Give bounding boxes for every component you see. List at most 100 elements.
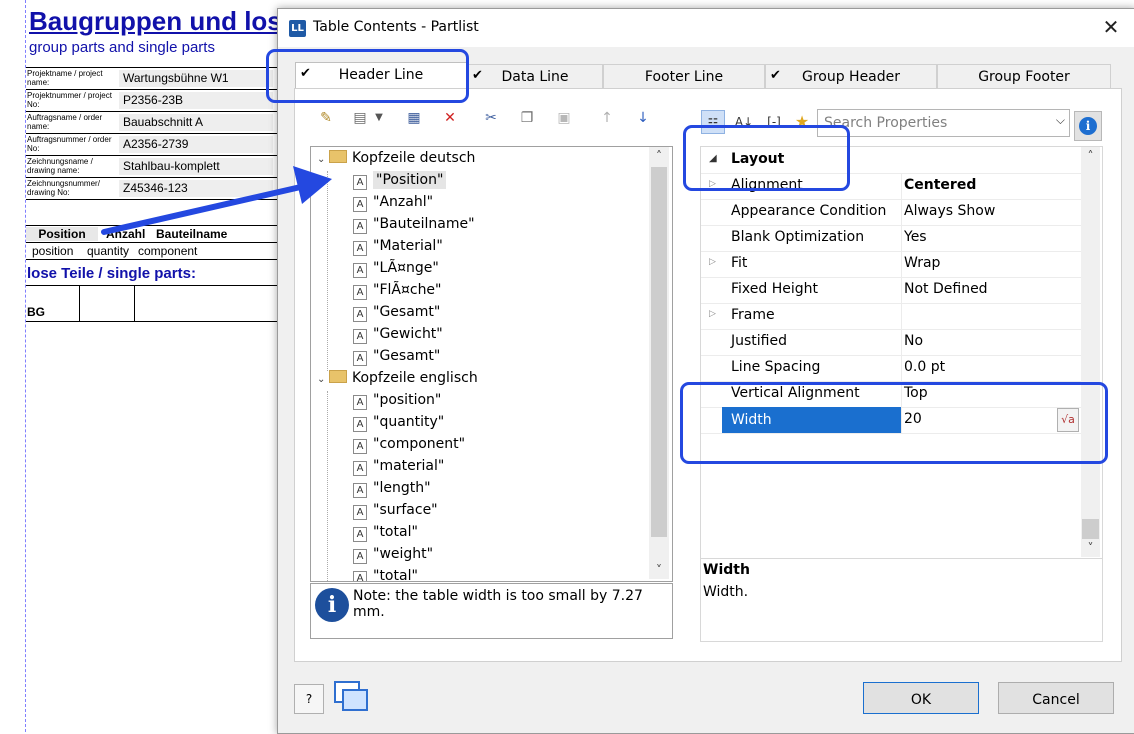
project-info-table: Projektname / project name: Wartungsbühne…: [26, 67, 278, 200]
info-row: Zeichnungsname / drawing name: Stahlbau-k…: [26, 156, 278, 178]
text-field-icon: A: [353, 461, 367, 476]
expand-arrow-icon[interactable]: ▷: [709, 257, 716, 267]
property-value[interactable]: No: [904, 333, 923, 349]
property-value[interactable]: Yes: [904, 229, 927, 245]
new-item-icon[interactable]: ▤: [350, 108, 370, 128]
help-icon[interactable]: ?: [294, 684, 324, 714]
chevron-down-icon[interactable]: ⌵: [1056, 113, 1065, 128]
chevron-down-icon[interactable]: ⌄: [317, 149, 329, 171]
text-field-icon: A: [353, 505, 367, 520]
info-icon: i: [315, 588, 349, 622]
scroll-up-icon[interactable]: ˄: [649, 147, 669, 165]
tree-item[interactable]: A "Gesamt": [353, 301, 440, 323]
folder-icon: [329, 370, 347, 383]
tree-item[interactable]: A "surface": [353, 499, 438, 521]
property-row-blank-optimization[interactable]: Blank Optimization Yes: [701, 225, 1081, 252]
tab-footer-line[interactable]: Footer Line: [603, 64, 765, 89]
report-subtitle: group parts and single parts: [29, 39, 215, 56]
move-up-icon[interactable]: ↑: [597, 108, 617, 128]
search-input[interactable]: [818, 110, 1051, 136]
info-value: Z45346-123: [119, 180, 273, 197]
scroll-thumb[interactable]: [1082, 519, 1099, 539]
tree-item[interactable]: A "Gewicht": [353, 323, 443, 345]
property-row-fixed-height[interactable]: Fixed Height Not Defined: [701, 277, 1081, 304]
tree-item[interactable]: A "material": [353, 455, 444, 477]
tree-item[interactable]: A "Position": [353, 169, 447, 191]
cut-icon[interactable]: ✂: [481, 108, 501, 128]
dialog-title: Table Contents - Partlist: [313, 19, 479, 35]
table-contents-tree[interactable]: ⌄ Kopfzeile deutsch A "Position" A "Anzahl"…: [310, 146, 673, 582]
chevron-down-icon[interactable]: ⌄: [317, 369, 329, 391]
property-value[interactable]: Not Defined: [904, 281, 988, 297]
paste-icon[interactable]: ▣: [554, 108, 574, 128]
delete-icon[interactable]: ✕: [440, 108, 460, 128]
tree-item-label: "total": [373, 524, 418, 540]
dialog-titlebar[interactable]: LL Table Contents - Partlist ✕: [278, 9, 1134, 47]
scroll-down-icon[interactable]: ˅: [649, 561, 669, 579]
tree-item[interactable]: A "length": [353, 477, 431, 499]
tree-item[interactable]: A "weight": [353, 543, 433, 565]
property-row-frame[interactable]: ▷ Frame: [701, 303, 1081, 330]
cancel-button[interactable]: Cancel: [998, 682, 1114, 714]
tree-item-label: "total": [373, 568, 418, 582]
tree-item[interactable]: A "Bauteilname": [353, 213, 475, 235]
tree-folder-label: Kopfzeile deutsch: [352, 150, 476, 166]
tree-item[interactable]: A "total": [353, 565, 418, 582]
expand-arrow-icon[interactable]: ▷: [709, 309, 716, 319]
info-label: Zeichnungsnummer/ drawing No:: [27, 179, 100, 197]
chevron-down-icon[interactable]: ▼: [372, 108, 386, 128]
property-scrollbar[interactable]: ˄ ˅: [1081, 147, 1100, 557]
tree-item-label: "length": [373, 480, 431, 496]
property-value[interactable]: 0.0 pt: [904, 359, 945, 375]
tree-folder-label: Kopfzeile englisch: [352, 370, 478, 386]
tree-folder-kopfzeile-englisch[interactable]: ⌄ Kopfzeile englisch: [317, 367, 478, 389]
text-field-icon: A: [353, 241, 367, 256]
tree-guide: [327, 171, 328, 371]
tree-item[interactable]: A "quantity": [353, 411, 444, 433]
tree-item[interactable]: A "Anzahl": [353, 191, 433, 213]
close-icon[interactable]: ✕: [1099, 15, 1123, 39]
tree-item[interactable]: A "component": [353, 433, 465, 455]
window-preview-icon[interactable]: [334, 681, 368, 713]
scroll-up-icon[interactable]: ˄: [1081, 147, 1100, 165]
property-row-line-spacing[interactable]: Line Spacing 0.0 pt: [701, 355, 1081, 382]
scroll-down-icon[interactable]: ˅: [1081, 539, 1100, 557]
text-field-icon: A: [353, 285, 367, 300]
annotation-highlight-width: [680, 382, 1108, 464]
info-label: Projektname / project name:: [27, 69, 103, 87]
property-value[interactable]: Always Show: [904, 203, 995, 219]
move-down-icon[interactable]: ↓: [633, 108, 653, 128]
wand-icon[interactable]: ✎: [316, 108, 336, 128]
folder-icon: [329, 150, 347, 163]
property-row-fit[interactable]: ▷ Fit Wrap: [701, 251, 1081, 278]
info-value: P2356-23B: [119, 92, 273, 109]
ok-button[interactable]: OK: [863, 682, 979, 714]
properties-icon[interactable]: ▦: [404, 108, 424, 128]
tree-item[interactable]: A "position": [353, 389, 441, 411]
note-text: Note: the table width is too small by 7.…: [353, 588, 643, 620]
tree-folder-kopfzeile-deutsch[interactable]: ⌄ Kopfzeile deutsch: [317, 147, 475, 169]
tree-item[interactable]: A "LÃ¤nge": [353, 257, 439, 279]
text-field-icon: A: [353, 395, 367, 410]
copy-icon[interactable]: ❐: [517, 108, 537, 128]
info-button[interactable]: i: [1074, 111, 1102, 141]
property-value[interactable]: Wrap: [904, 255, 940, 271]
property-value[interactable]: Centered: [904, 177, 976, 193]
tree-guide: [327, 391, 328, 581]
tree-scrollbar[interactable]: ˄ ˅: [649, 147, 669, 579]
tree-item[interactable]: A "total": [353, 521, 418, 543]
tab-group-header[interactable]: ✔ Group Header: [765, 64, 937, 89]
tree-item[interactable]: A "FlÃ¤che": [353, 279, 442, 301]
property-row-appearance-condition[interactable]: Appearance Condition Always Show: [701, 199, 1081, 226]
property-grid[interactable]: ◢ Layout ▷ Alignment Centered Appearance…: [700, 146, 1103, 560]
tree-item[interactable]: A "Gesamt": [353, 345, 440, 367]
text-field-icon: A: [353, 549, 367, 564]
text-field-icon: A: [353, 351, 367, 366]
tab-group-footer[interactable]: Group Footer: [937, 64, 1111, 89]
table-header-row-de: Position Anzahl Bauteilname: [26, 225, 278, 242]
header-col-position: Position: [26, 227, 98, 241]
tree-item[interactable]: A "Material": [353, 235, 443, 257]
tab-data-line[interactable]: ✔ Data Line: [467, 64, 603, 89]
scroll-thumb[interactable]: [651, 167, 667, 537]
property-row-justified[interactable]: Justified No: [701, 329, 1081, 356]
